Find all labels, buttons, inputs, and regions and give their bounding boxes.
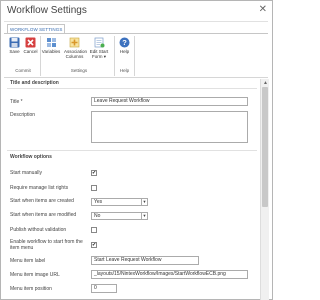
save-button-label: Save: [9, 49, 20, 54]
edit-start-form-button-label: Edit Start Form ▾: [89, 49, 109, 59]
start-when-created-value: Yes: [94, 199, 103, 205]
start-when-created-label: Start when items are created: [10, 198, 74, 204]
enable-item-menu-checkbox[interactable]: ✔: [91, 242, 97, 248]
start-when-modified-label: Start when items are modified: [10, 212, 77, 218]
section-title-and-description: Title and description: [10, 80, 59, 86]
start-when-modified-select[interactable]: No ▼: [91, 212, 148, 220]
cancel-button[interactable]: Cancel: [22, 37, 39, 54]
settings-form: Title and description Title * Leave Requ…: [4, 79, 260, 300]
workflow-settings-dialog: Workflow Settings ✕ WORKFLOW SETTINGS Sa…: [0, 0, 273, 300]
ribbon: WORKFLOW SETTINGS Save Cancel Variables …: [4, 21, 268, 78]
section-workflow-options: Workflow options: [10, 154, 52, 160]
menu-item-label-label: Menu item label: [10, 258, 46, 264]
help-button-label: Help: [119, 49, 130, 54]
chevron-down-icon: ▼: [141, 213, 147, 219]
cancel-icon: [25, 37, 36, 48]
description-textarea[interactable]: [91, 111, 248, 143]
help-icon: ?: [119, 37, 130, 48]
save-icon: [9, 37, 20, 48]
scroll-up-icon[interactable]: ▲: [262, 80, 269, 86]
divider: [7, 88, 257, 89]
menu-item-image-url-input[interactable]: _layouts/15/NintexWorkflow/Images/StartW…: [91, 270, 248, 279]
start-when-created-select[interactable]: Yes ▼: [91, 198, 148, 206]
association-columns-icon: [69, 37, 80, 48]
menu-item-image-url-label: Menu item image URL: [10, 272, 60, 278]
scrollbar-thumb[interactable]: [262, 87, 268, 207]
menu-item-label-input[interactable]: Start Leave Request Workflow: [91, 256, 199, 265]
start-manually-label: Start manually: [10, 170, 42, 176]
title-input[interactable]: Leave Request Workflow: [91, 97, 248, 106]
dialog-title: Workflow Settings: [7, 5, 87, 16]
dialog-titlebar: Workflow Settings ✕: [1, 1, 272, 21]
publish-without-validation-checkbox[interactable]: [91, 227, 97, 233]
close-icon[interactable]: ✕: [259, 4, 267, 15]
group-separator: [134, 36, 135, 76]
ribbon-group-help: Help: [119, 68, 130, 73]
svg-text:?: ?: [122, 38, 127, 47]
variables-icon: [46, 38, 56, 47]
require-manage-rights-checkbox[interactable]: [91, 185, 97, 191]
ribbon-body: Save Cancel Variables Association Column…: [4, 33, 268, 78]
start-when-modified-value: No: [94, 213, 101, 219]
edit-start-form-icon: [94, 37, 104, 48]
ribbon-group-settings: Settings: [70, 68, 88, 73]
association-columns-button[interactable]: Association Columns: [64, 37, 88, 59]
edit-start-form-button[interactable]: Edit Start Form ▾: [88, 37, 110, 59]
vertical-scrollbar[interactable]: ▲: [260, 79, 269, 300]
chevron-down-icon: ▼: [141, 199, 147, 205]
association-columns-button-label: Association Columns: [64, 49, 88, 59]
require-manage-rights-label: Require manage list rights: [10, 185, 69, 191]
help-button[interactable]: ? Help: [116, 37, 133, 54]
save-button[interactable]: Save: [6, 37, 23, 54]
description-label: Description: [10, 112, 36, 118]
cancel-button-label: Cancel: [23, 49, 38, 54]
variables-button[interactable]: Variables: [41, 37, 61, 54]
tab-workflow-settings[interactable]: WORKFLOW SETTINGS: [7, 24, 66, 33]
enable-item-menu-label: Enable workflow to start from the item m…: [10, 239, 83, 251]
menu-item-position-label: Menu item position: [10, 286, 52, 292]
variables-button-label: Variables: [41, 49, 61, 54]
group-separator: [114, 36, 115, 76]
menu-item-position-input[interactable]: 0: [91, 284, 117, 293]
title-label: Title *: [10, 99, 23, 105]
start-manually-checkbox[interactable]: ✔: [91, 170, 97, 176]
publish-without-validation-label: Publish without validation: [10, 227, 67, 233]
ribbon-group-commit: Commit: [15, 68, 31, 73]
divider: [7, 150, 257, 151]
